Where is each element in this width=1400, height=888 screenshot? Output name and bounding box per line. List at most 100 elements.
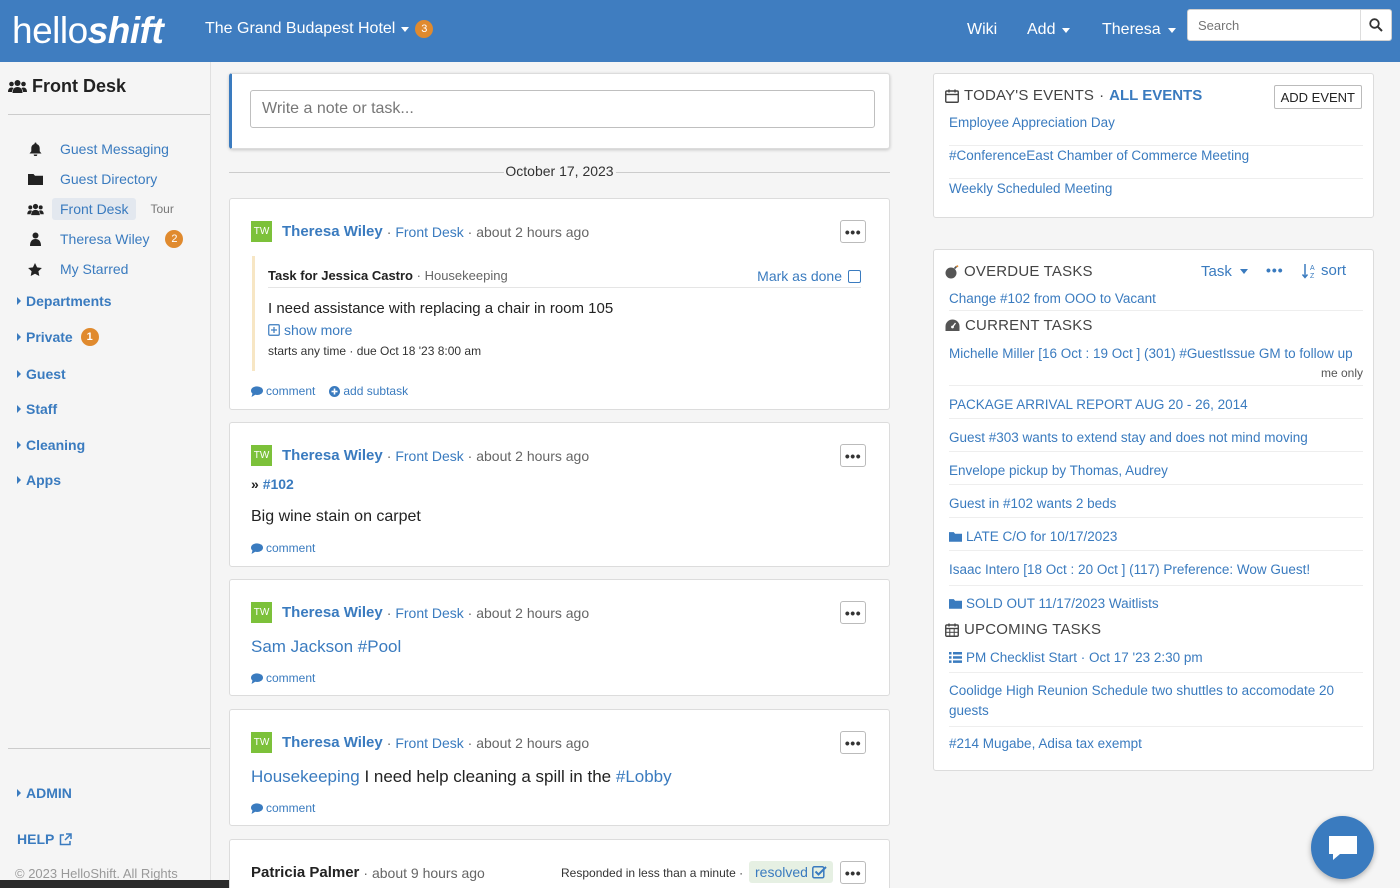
top-navbar: helloshift The Grand Budapest Hotel 3 Wi…	[0, 0, 1400, 62]
comment-link[interactable]: comment	[251, 671, 315, 685]
caret-right-icon	[17, 405, 21, 413]
sort-button[interactable]: AZ sort	[1302, 262, 1346, 279]
post-group-link[interactable]: Front Desk	[395, 605, 463, 621]
upcoming-tasks-title: UPCOMING TASKS	[945, 621, 1101, 638]
user-menu[interactable]: Theresa	[1102, 21, 1176, 39]
divider	[8, 748, 210, 749]
check-square-icon	[811, 866, 827, 879]
sidebar-item-guest-directory[interactable]: Guest Directory	[26, 167, 165, 191]
more-options-button[interactable]: •••	[1266, 262, 1284, 278]
task-type-filter[interactable]: Task	[1201, 263, 1248, 280]
post-actions: comment	[251, 541, 315, 555]
post-group-link[interactable]: Front Desk	[395, 224, 463, 240]
upcoming-task-item[interactable]: PM Checklist Start · Oct 17 '23 2:30 pm	[949, 648, 1363, 673]
sidebar-item-my-starred[interactable]: My Starred	[26, 257, 136, 281]
event-item[interactable]: Employee Appreciation Day	[949, 113, 1363, 146]
current-task-item[interactable]: SOLD OUT 11/17/2023 Waitlists	[949, 594, 1363, 616]
search-button[interactable]	[1360, 10, 1391, 40]
mention-link[interactable]: Housekeeping	[251, 767, 360, 786]
checkbox-icon	[848, 269, 861, 283]
sidebar-item-label: My Starred	[60, 261, 129, 277]
current-task-item[interactable]: Michelle Miller [16 Oct : 19 Oct ] (301)…	[949, 344, 1363, 386]
current-task-item[interactable]: Guest #303 wants to extend stay and does…	[949, 428, 1363, 452]
admin-link[interactable]: ADMIN	[17, 785, 72, 801]
category-apps[interactable]: Apps	[17, 472, 61, 488]
tasks-panel: OVERDUE TASKS Task ••• AZ sort Change #1…	[933, 249, 1374, 771]
post-options-button[interactable]: •••	[840, 601, 866, 624]
chat-launcher-button[interactable]	[1311, 816, 1374, 879]
add-menu[interactable]: Add	[1027, 21, 1071, 39]
caret-right-icon	[17, 476, 21, 484]
chevron-down-icon	[1167, 27, 1176, 33]
post-group-link[interactable]: Front Desk	[395, 448, 463, 464]
post-meta: · about 9 hours ago	[363, 864, 485, 881]
category-private[interactable]: Private 1	[17, 328, 99, 346]
sidebar-item-guest-messaging[interactable]: Guest Messaging	[26, 137, 177, 161]
comment-label: comment	[266, 384, 316, 398]
event-item[interactable]: Weekly Scheduled Meeting	[949, 179, 1363, 212]
post-options-button[interactable]: •••	[840, 731, 866, 754]
post-author[interactable]: Patricia Palmer	[251, 864, 359, 881]
chevron-down-icon	[401, 26, 410, 32]
hashtag-link[interactable]: #Lobby	[616, 767, 672, 786]
avatar: TW	[251, 732, 272, 753]
upcoming-task-item[interactable]: Coolidge High Reunion Schedule two shutt…	[949, 681, 1363, 727]
comment-link[interactable]: comment	[251, 541, 315, 555]
tour-link[interactable]: Tour	[150, 202, 173, 216]
current-task-item[interactable]: Envelope pickup by Thomas, Audrey	[949, 461, 1363, 485]
help-link[interactable]: HELP	[17, 831, 73, 847]
add-subtask-link[interactable]: add subtask	[329, 384, 408, 398]
note-task-input[interactable]	[250, 90, 875, 128]
post-options-button[interactable]: •••	[840, 220, 866, 243]
users-icon	[8, 80, 27, 93]
search-icon	[1369, 18, 1383, 32]
wiki-link[interactable]: Wiki	[967, 21, 997, 39]
hotel-switcher[interactable]: The Grand Budapest Hotel 3	[205, 20, 434, 38]
task-header: Task for Jessica Castro · Housekeeping M…	[268, 268, 861, 288]
post-group-link[interactable]: Front Desk	[395, 735, 463, 751]
events-panel: TODAY'S EVENTS · ALL EVENTS ADD EVENT Empl…	[933, 73, 1374, 218]
current-task-item[interactable]: Isaac Intero [18 Oct : 20 Oct ] (117) Pr…	[949, 560, 1363, 586]
category-cleaning[interactable]: Cleaning	[17, 437, 85, 453]
date-separator: October 17, 2023	[229, 162, 890, 182]
hashtag-link[interactable]: #Pool	[358, 637, 401, 656]
post-author[interactable]: Theresa Wiley	[282, 604, 383, 621]
task-dates: starts any time · due Oct 18 '23 8:00 am	[268, 344, 482, 358]
comment-link[interactable]: comment	[251, 384, 315, 398]
comment-label: comment	[266, 541, 316, 555]
sidebar-title: Front Desk	[8, 76, 126, 97]
current-task-item[interactable]: Guest in #102 wants 2 beds	[949, 494, 1363, 518]
avatar: TW	[251, 445, 272, 466]
helloshift-logo[interactable]: helloshift	[12, 11, 164, 51]
category-staff[interactable]: Staff	[17, 401, 57, 417]
overdue-task-item[interactable]: Change #102 from OOO to Vacant	[949, 289, 1363, 311]
room-ref-link[interactable]: #102	[263, 476, 294, 492]
comment-link[interactable]: comment	[251, 801, 315, 815]
current-task-item[interactable]: PACKAGE ARRIVAL REPORT AUG 20 - 26, 2014	[949, 395, 1363, 419]
calendar-grid-icon	[945, 623, 959, 637]
post-options-button[interactable]: •••	[840, 444, 866, 467]
search-input[interactable]	[1188, 10, 1362, 40]
add-event-button[interactable]: ADD EVENT	[1273, 85, 1362, 109]
category-guest[interactable]: Guest	[17, 366, 66, 382]
sidebar-item-front-desk[interactable]: Front Desk Tour	[26, 197, 174, 221]
post-options-button[interactable]: •••	[840, 861, 866, 884]
event-item[interactable]: #ConferenceEast Chamber of Commerce Meet…	[949, 146, 1363, 179]
post-meta: · Front Desk · about 2 hours ago	[386, 223, 590, 240]
show-more-link[interactable]: show more	[268, 322, 352, 338]
avatar: TW	[251, 602, 272, 623]
post-author[interactable]: Theresa Wiley	[282, 734, 383, 751]
upcoming-tasks-title-label: UPCOMING TASKS	[964, 621, 1102, 638]
current-task-item[interactable]: LATE C/O for 10/17/2023	[949, 527, 1363, 551]
post-author[interactable]: Theresa Wiley	[282, 447, 383, 464]
post-author[interactable]: Theresa Wiley	[282, 223, 383, 240]
upcoming-task-item[interactable]: #214 Mugabe, Adisa tax exempt	[949, 734, 1363, 758]
mention-link[interactable]: Sam Jackson	[251, 637, 353, 656]
all-events-link[interactable]: ALL EVENTS	[1109, 87, 1202, 104]
category-departments[interactable]: Departments	[17, 293, 112, 309]
resolved-badge[interactable]: resolved	[749, 861, 833, 883]
feed-post: TW Theresa Wiley · Front Desk · about 2 …	[229, 198, 890, 410]
sidebar-item-theresa-wiley[interactable]: Theresa Wiley 2	[26, 227, 184, 251]
mark-as-done-button[interactable]: Mark as done	[757, 268, 861, 284]
plus-circle-icon	[329, 385, 341, 397]
